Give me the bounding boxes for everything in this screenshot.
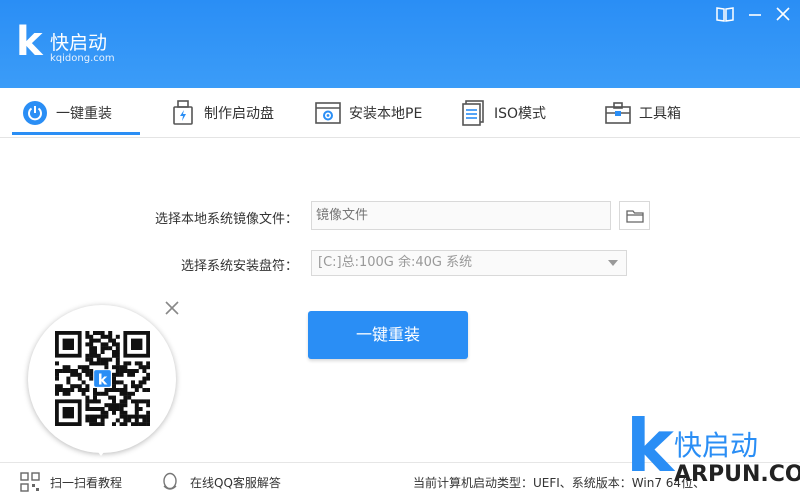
app-logo: k 快启动 kqidong.com xyxy=(16,22,116,66)
watermark-name: 快启动 xyxy=(674,429,759,462)
qr-center-logo: k xyxy=(98,373,108,389)
close-window-button[interactable] xyxy=(772,6,794,26)
chevron-down-icon xyxy=(608,260,618,266)
tab-install-local-pe[interactable]: 安装本地PE xyxy=(315,88,422,138)
install-disk-value: [C:]总:100G 余:40G 系统 xyxy=(318,255,473,270)
qq-support-label: 在线QQ客服解答 xyxy=(190,475,281,490)
tab-label: 安装本地PE xyxy=(349,106,423,122)
folder-icon xyxy=(625,209,644,223)
minimize-icon xyxy=(749,14,761,16)
tab-label: 一键重装 xyxy=(56,106,112,122)
tab-make-boot-disk[interactable]: 制作启动盘 xyxy=(170,88,274,138)
logo-letter: k xyxy=(16,19,43,65)
qq-penguin-icon xyxy=(163,472,177,490)
tab-one-click-reinstall[interactable]: 一键重装 xyxy=(22,88,112,138)
tab-bar: 一键重装 制作启动盘 安装本地PE ISO模式 工具箱 xyxy=(0,88,800,138)
scan-tutorial-link[interactable]: 扫一扫看教程 xyxy=(20,463,122,500)
app-domain: kqidong.com xyxy=(50,53,115,64)
active-tab-indicator xyxy=(12,132,140,135)
close-icon xyxy=(776,7,790,21)
qq-support-link[interactable]: 在线QQ客服解答 xyxy=(160,463,281,500)
qr-popup-tail xyxy=(92,444,110,456)
tab-label: 制作启动盘 xyxy=(204,106,274,122)
minimize-button[interactable] xyxy=(744,6,766,26)
iso-file-icon xyxy=(460,100,486,126)
watermark-letter: k xyxy=(626,404,674,488)
tab-label: ISO模式 xyxy=(494,106,547,122)
qr-scan-icon xyxy=(20,472,40,492)
qr-code-image: k xyxy=(55,331,150,426)
help-book-button[interactable] xyxy=(714,6,736,26)
toolbox-icon xyxy=(605,100,631,126)
install-disk-label: 选择系统安装盘符： xyxy=(180,259,298,274)
watermark-logo: k 快启动 ARPUN.COM xyxy=(626,410,800,500)
pe-install-icon xyxy=(315,100,341,126)
tab-toolbox[interactable]: 工具箱 xyxy=(605,88,681,138)
one-click-reinstall-button[interactable]: 一键重装 xyxy=(308,311,468,359)
scan-tutorial-label: 扫一扫看教程 xyxy=(50,475,123,490)
image-file-label: 选择本地系统镜像文件： xyxy=(154,212,298,227)
power-icon xyxy=(22,100,48,126)
tab-label: 工具箱 xyxy=(639,106,681,122)
usb-drive-icon xyxy=(170,100,196,126)
title-bar: k 快启动 kqidong.com xyxy=(0,0,800,88)
app-name: 快启动 xyxy=(50,32,108,54)
book-icon xyxy=(716,7,734,22)
qr-close-button[interactable] xyxy=(162,298,182,318)
image-file-input[interactable] xyxy=(311,201,611,230)
tab-iso-mode[interactable]: ISO模式 xyxy=(460,88,546,138)
browse-folder-button[interactable] xyxy=(619,201,650,230)
install-disk-select[interactable]: [C:]总:100G 余:40G 系统 xyxy=(311,250,627,276)
close-icon xyxy=(165,301,179,315)
watermark-domain: ARPUN.COM xyxy=(674,462,800,487)
